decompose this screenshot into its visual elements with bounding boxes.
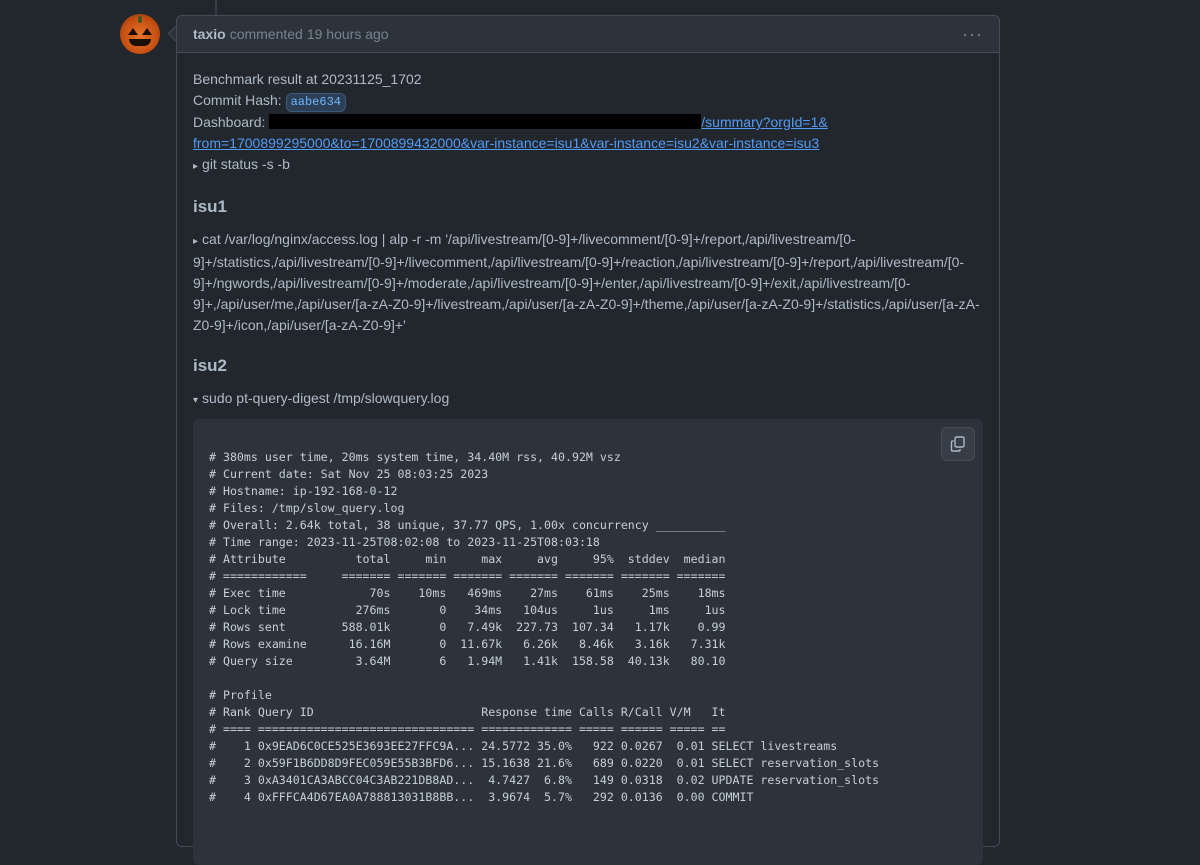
code-line: # Hostname: ip-192-168-0-12 — [209, 484, 398, 498]
isu1-heading: isu1 — [193, 197, 228, 216]
dashboard-link[interactable]: /summary?orgId=1& — [701, 114, 827, 130]
code-line: # 2 0x59F1B6DD8D9FEC059E55B3BFD6... 15.1… — [209, 756, 880, 770]
code-line: # Current date: Sat Nov 25 08:03:25 2023 — [209, 467, 489, 481]
code-line: # 1 0x9EAD6C0CE525E3693EE27FFC9A... 24.5… — [209, 739, 838, 753]
dashboard-line: Dashboard: /summary?orgId=1& — [193, 112, 983, 133]
comment-card: taxio commented 19 hours ago ··· Benchma… — [176, 15, 1000, 865]
comment-timestamp[interactable]: 19 hours ago — [307, 26, 389, 42]
code-line: # Attribute total min max avg 95% stddev… — [209, 552, 726, 566]
code-line: # Lock time 276ms 0 34ms 104us 1us 1ms 1… — [209, 603, 726, 617]
code-line: # 4 0xFFFCA4D67EA0A788813031B8BB... 3.96… — [209, 790, 754, 804]
comment-body: Benchmark result at 20231125_1702 Commit… — [177, 53, 999, 865]
collapsed-triangle-icon: ▸ — [193, 236, 199, 247]
code-line: # 380ms user time, 20ms system time, 34.… — [209, 450, 621, 464]
code-line: # Rows examine 16.16M 0 11.67k 6.26k 8.4… — [209, 637, 726, 651]
code-line: # Time range: 2023-11-25T08:02:08 to 202… — [209, 535, 600, 549]
dashboard-label: Dashboard: — [193, 114, 266, 130]
code-content: # 380ms user time, 20ms system time, 34.… — [209, 449, 967, 806]
code-line: # Overall: 2.64k total, 38 unique, 37.77… — [209, 518, 726, 532]
comment-action: commented — [229, 26, 303, 42]
git-status-toggle[interactable]: ▸ git status -s -b — [193, 154, 983, 177]
comment-author[interactable]: taxio — [193, 26, 226, 42]
code-line: # Exec time 70s 10ms 469ms 27ms 61ms 25m… — [209, 586, 726, 600]
dashboard-link-continued[interactable]: from=1700899295000&to=1700899432000&var-… — [193, 135, 819, 151]
comment-header: taxio commented 19 hours ago ··· — [177, 16, 999, 53]
timeline-line — [215, 0, 217, 16]
code-line: # Files: /tmp/slow_query.log — [209, 501, 405, 515]
commit-line: Commit Hash: aabe634 — [193, 90, 983, 112]
benchmark-line: Benchmark result at 20231125_1702 — [193, 71, 422, 87]
pumpkin-eye-icon — [142, 28, 152, 35]
collapsed-triangle-icon: ▸ — [193, 161, 199, 172]
code-line: # ==== =============================== =… — [209, 722, 726, 736]
alp-toggle[interactable]: ▸ cat /var/log/nginx/access.log | alp -r … — [193, 229, 983, 336]
pumpkin-mouth-icon — [129, 39, 151, 46]
commit-label: Commit Hash: — [193, 92, 282, 108]
redacted-block — [269, 114, 702, 129]
copy-icon — [950, 436, 965, 452]
code-line: # Rank Query ID Response time Calls R/Ca… — [209, 705, 726, 719]
code-line: # ============ ======= ======= ======= =… — [209, 569, 726, 583]
pumpkin-eye-icon — [128, 28, 138, 35]
expanded-triangle-icon: ▾ — [193, 395, 199, 406]
slowquery-summary: sudo pt-query-digest /tmp/slowquery.log — [202, 390, 450, 406]
dashboard-link-line2-wrap: from=1700899295000&to=1700899432000&var-… — [193, 133, 983, 154]
code-line: # 3 0xA3401CA3ABCC04C3AB221DB8AD... 4.74… — [209, 773, 880, 787]
avatar[interactable] — [120, 14, 160, 54]
copy-button[interactable] — [941, 427, 975, 461]
alp-summary: cat /var/log/nginx/access.log | alp -r -… — [193, 231, 980, 333]
isu2-heading: isu2 — [193, 356, 228, 375]
code-block[interactable]: # 380ms user time, 20ms system time, 34.… — [193, 419, 983, 865]
code-line: # Profile — [209, 688, 272, 702]
kebab-menu-icon[interactable]: ··· — [962, 24, 983, 45]
code-line: # Rows sent 588.01k 0 7.49k 227.73 107.3… — [209, 620, 726, 634]
code-line: # Query size 3.64M 6 1.94M 1.41k 158.58 … — [209, 654, 726, 668]
pumpkin-stem-icon — [138, 16, 142, 23]
slowquery-toggle[interactable]: ▾ sudo pt-query-digest /tmp/slowquery.log — [193, 388, 983, 411]
git-status-summary: git status -s -b — [202, 156, 290, 172]
commit-hash-link[interactable]: aabe634 — [285, 93, 346, 112]
